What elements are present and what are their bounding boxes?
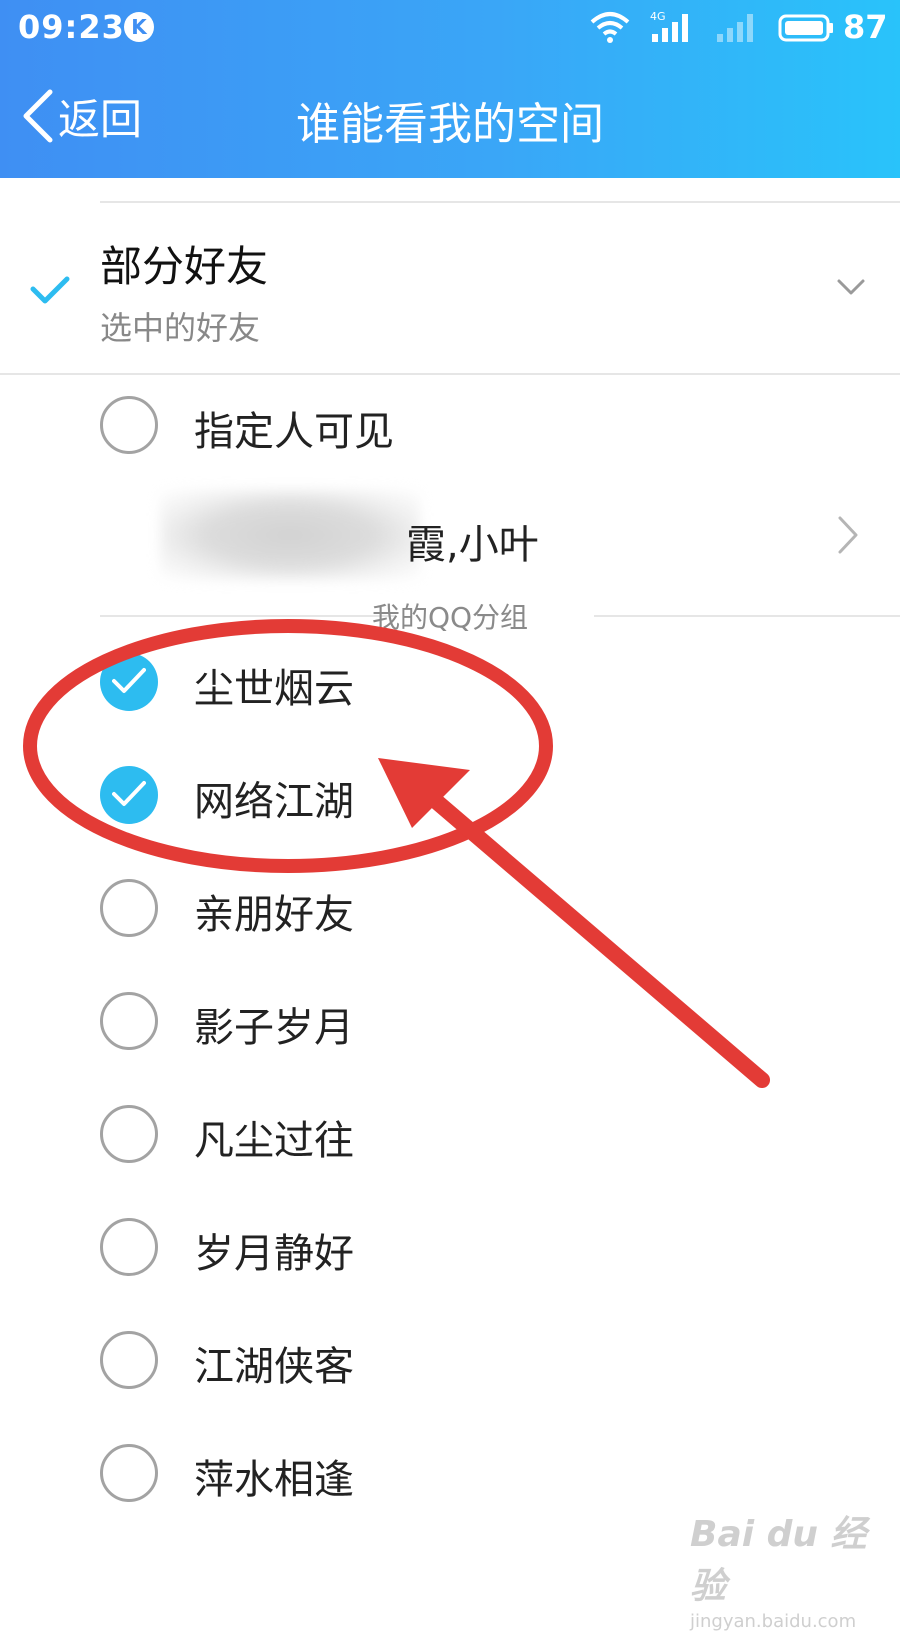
group-label: 江湖侠客 (194, 1344, 354, 1390)
status-bar: 09:23 K 4G 87 (0, 0, 900, 56)
blurred-names-mask (160, 490, 420, 580)
radio-unchecked-icon[interactable] (100, 992, 158, 1050)
watermark-main: Bai du 经验 (690, 1514, 867, 1607)
secondary-signal-icon (715, 10, 755, 48)
group-label: 萍水相逢 (194, 1457, 354, 1503)
chevron-right-icon (836, 514, 860, 560)
battery-percentage: 87 (843, 8, 888, 46)
section-header-qq-groups: 我的QQ分组 (371, 601, 529, 634)
radio-unchecked-icon[interactable] (100, 396, 158, 454)
app-badge-icon: K (124, 12, 154, 42)
specified-names: 霞,小叶 (406, 522, 539, 568)
group-label: 凡尘过往 (194, 1118, 354, 1164)
watermark-sub: jingyan.baidu.com (690, 1611, 857, 1632)
group-label: 网络江湖 (194, 779, 354, 825)
baidu-watermark: Bai du 经验 jingyan.baidu.com (690, 1505, 900, 1632)
group-label: 影子岁月 (194, 1005, 354, 1051)
group-row[interactable]: 亲朋好友 (0, 860, 900, 960)
group-label: 亲朋好友 (194, 892, 354, 938)
group-row[interactable]: 网络江湖 (0, 747, 900, 847)
group-label: 岁月静好 (194, 1231, 354, 1277)
radio-unchecked-icon[interactable] (100, 1105, 158, 1163)
cellular-signal-icon: 4G (650, 10, 694, 48)
wifi-icon (590, 10, 630, 48)
specified-people-row[interactable]: 霞,小叶 (0, 482, 900, 582)
group-row[interactable]: 江湖侠客 (0, 1312, 900, 1412)
network-type-label: 4G (650, 10, 666, 23)
radio-unchecked-icon[interactable] (100, 1444, 158, 1502)
group-row[interactable]: 尘世烟云 (0, 634, 900, 734)
radio-unchecked-icon[interactable] (100, 879, 158, 937)
header-bar: 09:23 K 4G 87 返回 谁能看我的空间 (0, 0, 900, 178)
option-specified-visible[interactable]: 指定人可见 (0, 377, 900, 477)
radio-unchecked-icon[interactable] (100, 1218, 158, 1276)
option-subtitle: 选中的好友 (100, 309, 261, 347)
group-row[interactable]: 凡尘过往 (0, 1086, 900, 1186)
radio-checked-icon[interactable] (100, 653, 158, 711)
checkmark-icon (30, 275, 70, 309)
option-partial-friends[interactable]: 部分好友 选中的好友 (0, 203, 900, 373)
radio-checked-icon[interactable] (100, 766, 158, 824)
page-title: 谁能看我的空间 (296, 99, 604, 150)
status-time: 09:23 (18, 8, 125, 46)
option-label: 指定人可见 (194, 409, 394, 455)
group-row[interactable]: 岁月静好 (0, 1199, 900, 1299)
group-row[interactable]: 影子岁月 (0, 973, 900, 1073)
option-title: 部分好友 (100, 242, 269, 291)
radio-unchecked-icon[interactable] (100, 1331, 158, 1389)
divider (0, 373, 900, 375)
group-label: 尘世烟云 (194, 666, 354, 712)
chevron-down-icon[interactable] (836, 277, 866, 301)
battery-icon (778, 14, 836, 46)
